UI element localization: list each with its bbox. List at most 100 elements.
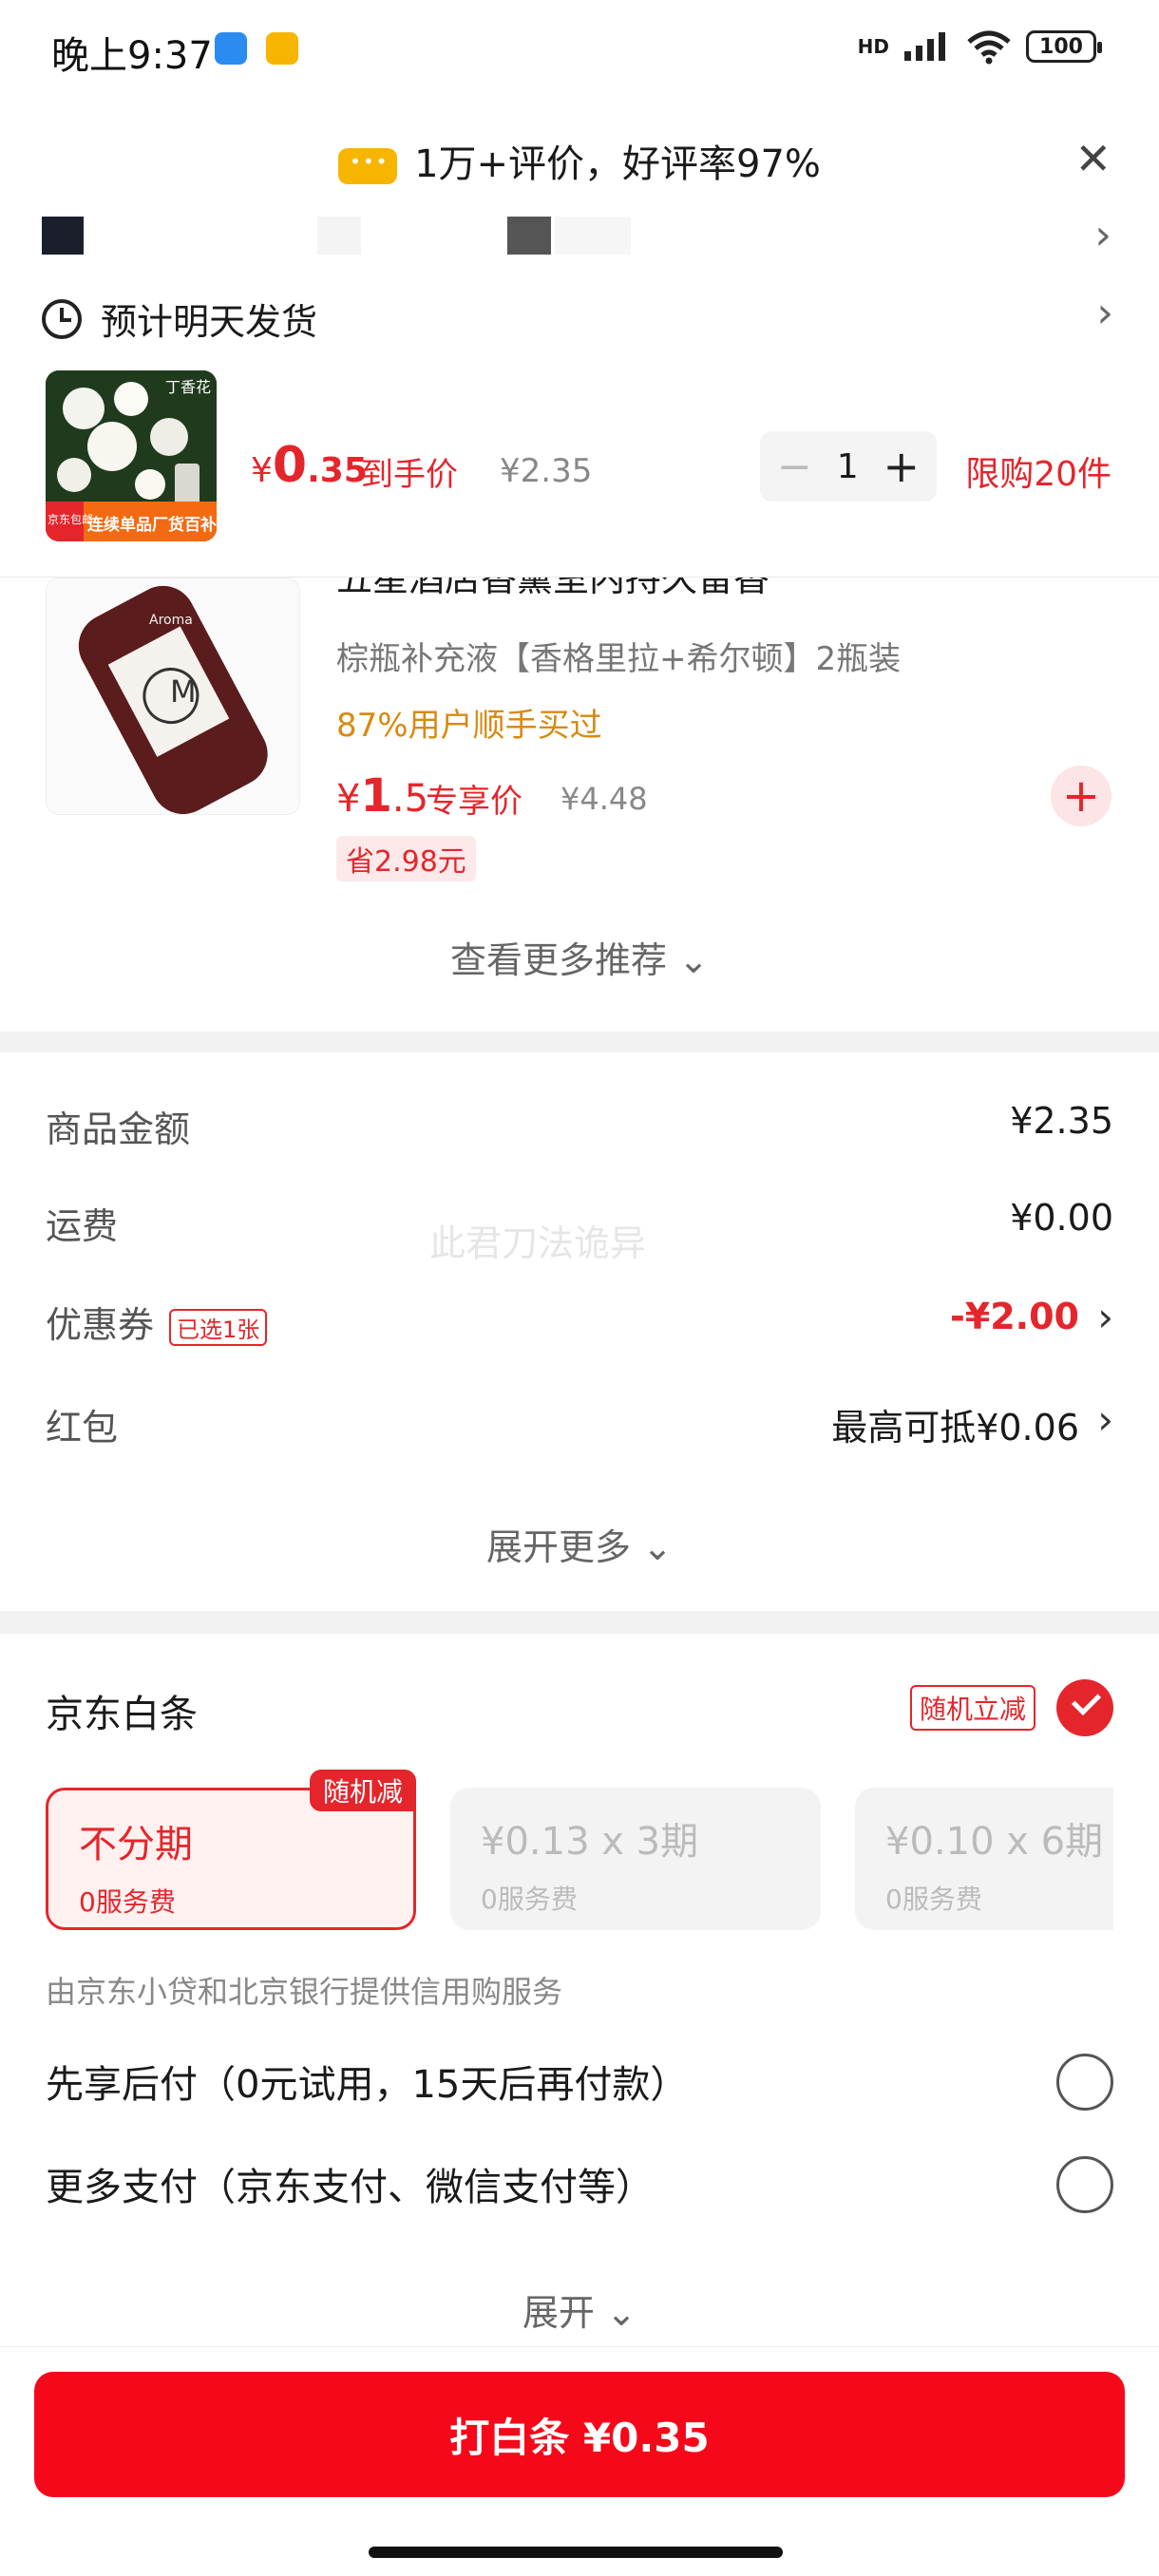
original-price: ¥2.35 (500, 452, 593, 490)
status-bar: 晚上9:37 HD 100 (0, 0, 1159, 99)
redacted-block (555, 217, 631, 255)
plus-button[interactable]: + (883, 441, 920, 492)
redacted-block (507, 217, 551, 255)
bottle-letter: M (170, 673, 197, 710)
chevron-right-icon: › (1094, 211, 1112, 259)
thumb-tag-left: 京东包邮 (48, 513, 94, 526)
product-thumbnail[interactable]: 京东包邮 连续单品厂货百补 丁香花 (46, 370, 217, 541)
coupon-count-tag: 已选1张 (169, 1309, 268, 1346)
submit-order-button[interactable]: 打白条 ¥0.35 (34, 2372, 1125, 2497)
amount-label: 运费 (46, 1205, 119, 1247)
status-time: 晚上9:37 (51, 34, 213, 78)
quantity-stepper: − 1 + (760, 431, 937, 502)
recommendation-subtitle: 棕瓶补充液【香格里拉+希尔顿】2瓶装 (336, 640, 902, 678)
amount-row-subtotal: 商品金额 ¥2.35 (46, 1100, 1113, 1152)
expand-payment-label: 展开 (522, 2292, 596, 2334)
chevron-right-icon: › (1097, 1396, 1113, 1443)
expand-more-label: 展开更多 (486, 1526, 632, 1568)
battery-level: 100 (1039, 34, 1083, 59)
plan-no-installment[interactable]: 随机减 不分期 0服务费 (46, 1770, 416, 1930)
redacted-block (317, 217, 361, 255)
chevron-down-icon: ⌄ (606, 2292, 636, 2334)
chat-bubble-icon (338, 148, 398, 184)
amount-row-redpacket[interactable]: 红包 最高可抵¥0.06 › (46, 1396, 1113, 1450)
amount-value: ¥2.35 (1010, 1100, 1113, 1142)
savings-badge: 省2.98元 (336, 836, 476, 881)
price-dec: .35 (307, 451, 368, 490)
recommendation-original-price: ¥4.48 (560, 781, 648, 817)
plan-fee: 0服务费 (79, 1886, 176, 1918)
recommendation-thumbnail[interactable]: Aroma M (46, 578, 300, 815)
thumb-banner: 连续单品厂货百补 (87, 516, 217, 535)
price-int: 0 (272, 437, 308, 494)
upload-app-icon (215, 32, 247, 65)
home-indicator[interactable] (369, 2547, 783, 2558)
amount-label: 红包 (46, 1407, 119, 1449)
minus-button[interactable]: − (777, 443, 812, 491)
amount-row-coupon[interactable]: 优惠券 已选1张 -¥2.00 › (46, 1294, 1113, 1348)
plan-title: ¥0.13 x 3期 (481, 1820, 699, 1864)
status-icons: HD 100 (857, 28, 1102, 65)
price-dec: .5 (391, 777, 429, 821)
baitiao-title: 京东白条 (46, 1693, 198, 1736)
recommendation-section: Aroma M 五星酒店香薰室内持久留香 棕瓶补充液【香格里拉+希尔顿】2瓶装 … (0, 578, 1159, 1032)
close-icon[interactable]: ✕ (1074, 137, 1112, 180)
exclusive-price-label: 专享价 (426, 783, 522, 821)
delivery-text: 预计明天发货 (101, 301, 318, 343)
gallery-app-icon (266, 32, 298, 65)
redpacket-value: 最高可抵¥0.06 (831, 1407, 1079, 1449)
quantity-value[interactable]: 1 (837, 447, 859, 486)
chevron-right-icon: › (1097, 1294, 1113, 1340)
recommendation-buyers: 87%用户顺手买过 (336, 707, 602, 745)
radio-pay-later[interactable] (1056, 2054, 1113, 2111)
bottom-bar: 打白条 ¥0.35 (0, 2346, 1159, 2576)
credit-provider-note: 由京东小贷和北京银行提供信用购服务 (46, 1974, 563, 2010)
plan-3-installments[interactable]: ¥0.13 x 3期 0服务费 (450, 1788, 821, 1930)
product-summary-sheet: 1万+评价，好评率97% ✕ › 预计明天发货 › 京东包邮 连续单品厂货百补 … (0, 99, 1159, 578)
thumb-tag-right: 丁香花 (165, 378, 212, 396)
delivery-row[interactable]: 预计明天发货 (42, 293, 317, 345)
more-recommendations-label: 查看更多推荐 (450, 939, 668, 981)
plan-title: ¥0.10 x 6期 (885, 1820, 1104, 1864)
address-row-redacted[interactable]: › (42, 211, 1115, 259)
recommendation-price: ¥1.5 (336, 769, 428, 823)
amount-row-shipping: 运费 ¥0.00 (46, 1197, 1113, 1249)
chevron-right-icon[interactable]: › (1096, 289, 1113, 337)
amount-value: ¥0.00 (1010, 1197, 1113, 1239)
expand-more-link[interactable]: 展开更多 ⌄ (0, 1518, 1159, 1570)
plan-fee: 0服务费 (481, 1884, 578, 1915)
amount-label: 优惠券 (46, 1304, 155, 1346)
price-symbol: ¥ (251, 451, 273, 490)
pay-option-more[interactable]: 更多支付（京东支付、微信支付等） (46, 2156, 654, 2211)
chevron-down-icon: ⌄ (642, 1526, 673, 1568)
plan-fee: 0服务费 (885, 1884, 982, 1915)
expand-payment-link[interactable]: 展开 ⌄ (0, 2283, 1159, 2336)
checkmark-selected-icon[interactable] (1056, 1679, 1113, 1736)
purchase-limit: 限购20件 (965, 455, 1112, 494)
hand-price-label: 到手价 (361, 456, 458, 494)
review-summary: 1万+评价，好评率97% (0, 133, 1159, 188)
amount-label: 商品金额 (46, 1108, 191, 1150)
battery-icon: 100 (1026, 30, 1102, 63)
plan-6-installments[interactable]: ¥0.10 x 6期 0服务费 (855, 1788, 1113, 1930)
radio-pay-more[interactable] (1056, 2156, 1113, 2213)
review-text: 1万+评价，好评率97% (414, 142, 821, 186)
price-symbol: ¥ (336, 777, 361, 821)
chevron-down-icon: ⌄ (678, 939, 709, 981)
more-recommendations-link[interactable]: 查看更多推荐 ⌄ (0, 931, 1159, 983)
price-int: 1 (360, 769, 392, 823)
redacted-block (42, 217, 84, 255)
hand-price: ¥0.35 (251, 437, 368, 494)
payment-section: 京东白条 随机立减 随机减 不分期 0服务费 ¥0.13 x 3期 0服务费 ¥… (0, 1634, 1159, 2346)
plan-title: 不分期 (79, 1823, 193, 1866)
add-to-order-button[interactable]: + (1051, 766, 1112, 826)
clock-icon (42, 298, 82, 339)
pay-option-later[interactable]: 先享后付（0元试用，15天后再付款） (46, 2054, 688, 2109)
amount-section: 此君刀法诡异 商品金额 ¥2.35 运费 ¥0.00 优惠券 已选1张 -¥2.0… (0, 1052, 1159, 1611)
wifi-icon (967, 30, 1011, 65)
cell-signal-icon (904, 32, 945, 61)
coupon-value: -¥2.00 (950, 1296, 1079, 1337)
bottle-brand: Aroma (149, 613, 193, 628)
signal-icon: HD (857, 35, 889, 58)
plan-corner-badge: 随机减 (309, 1770, 416, 1811)
